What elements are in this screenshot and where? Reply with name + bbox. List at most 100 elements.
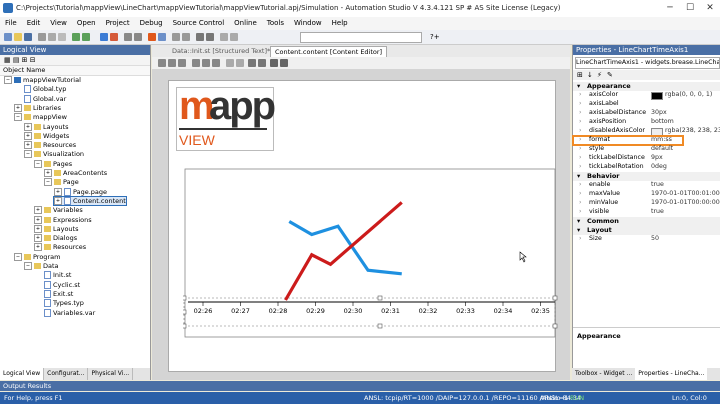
menu-open[interactable]: Open xyxy=(72,17,101,30)
chevron-right-icon[interactable]: › xyxy=(579,190,582,197)
chevron-right-icon[interactable]: › xyxy=(579,154,582,161)
tree-item[interactable]: + Widgets xyxy=(24,131,69,140)
property-row[interactable]: › style default xyxy=(573,145,720,154)
preview-icon[interactable] xyxy=(270,59,278,67)
tree-item[interactable]: + AreaContents xyxy=(44,169,107,177)
expand-icon[interactable]: + xyxy=(34,206,42,215)
tree-item[interactable]: Types.typ xyxy=(34,299,84,308)
tree-item[interactable]: Variables.var xyxy=(34,308,95,317)
menu-online[interactable]: Online xyxy=(229,17,262,30)
column-header[interactable]: Object Name xyxy=(0,66,150,76)
collapse-icon[interactable]: − xyxy=(44,178,52,187)
paste-icon[interactable] xyxy=(58,33,66,41)
resize-handle[interactable] xyxy=(377,323,383,329)
expand-icon[interactable]: + xyxy=(14,103,22,112)
collapse-icon[interactable]: − xyxy=(34,159,42,168)
property-row[interactable]: › format mm:ss xyxy=(572,135,684,146)
redo-icon[interactable] xyxy=(82,33,90,41)
object-selector[interactable]: LineChartTimeAxis1 - widgets.brease.Line… xyxy=(575,57,720,69)
menu-help[interactable]: Help xyxy=(327,17,353,30)
tree-item[interactable]: + Dialogs xyxy=(34,234,77,243)
property-row[interactable]: › enable true xyxy=(573,181,720,190)
property-row[interactable]: › axisLabelDistance 30px xyxy=(573,109,720,118)
tab-physical-view[interactable]: Physical Vi... xyxy=(88,368,134,380)
watch-icon[interactable] xyxy=(134,33,142,41)
tree-item[interactable]: − Visualization xyxy=(24,150,84,159)
property-value[interactable]: true xyxy=(651,181,664,188)
tree-item[interactable]: + Variables xyxy=(34,206,83,215)
tree-item[interactable]: − Page xyxy=(44,178,79,187)
property-category[interactable]: ▾ Layout xyxy=(573,226,720,235)
tab-logical-view[interactable]: Logical View xyxy=(0,368,45,380)
collapse-icon[interactable]: ▾ xyxy=(577,172,580,180)
tree-item[interactable]: − mappView xyxy=(14,113,67,122)
tree-item[interactable]: + Content.content xyxy=(53,195,127,206)
align-center-icon[interactable] xyxy=(168,59,176,67)
resize-handle[interactable] xyxy=(183,323,187,329)
minimize-button[interactable]: ─ xyxy=(662,2,678,14)
align-top-icon[interactable] xyxy=(192,59,200,67)
tab-init-st[interactable]: Data::Init.st [Structured Text]* xyxy=(168,46,275,57)
step-icon[interactable] xyxy=(206,33,214,41)
chevron-right-icon[interactable]: › xyxy=(579,145,582,152)
expand-icon[interactable]: + xyxy=(54,196,62,205)
property-category[interactable]: ▾ Appearance xyxy=(573,82,720,91)
color-swatch[interactable] xyxy=(651,128,663,136)
chevron-right-icon[interactable]: › xyxy=(579,208,582,215)
undo-icon[interactable] xyxy=(72,33,80,41)
new-icon[interactable] xyxy=(4,33,12,41)
tree-item[interactable]: + Layouts xyxy=(24,122,68,131)
resize-handle[interactable] xyxy=(552,295,558,301)
sort-alpha-icon[interactable]: ↓ xyxy=(587,71,593,79)
tree-item[interactable]: Cyclic.st xyxy=(34,280,80,289)
grid-icon[interactable] xyxy=(248,59,256,67)
expand-icon[interactable]: + xyxy=(34,243,42,252)
property-row[interactable]: › axisLabel xyxy=(573,100,720,109)
property-value[interactable]: 9px xyxy=(651,154,663,161)
find-icon[interactable] xyxy=(172,33,180,41)
property-row[interactable]: › axisColor rgba(0, 0, 0, 1) xyxy=(573,91,720,100)
tree-item[interactable]: Global.typ xyxy=(14,85,66,94)
tree-item[interactable]: + Layouts xyxy=(34,224,78,233)
chevron-right-icon[interactable]: › xyxy=(579,127,582,134)
collapse-icon[interactable]: ▾ xyxy=(577,226,580,234)
menu-tools[interactable]: Tools xyxy=(262,17,289,30)
color-swatch[interactable] xyxy=(651,92,663,100)
property-value[interactable]: mm:ss xyxy=(651,136,672,143)
property-row[interactable]: › tickLabelRotation 0deg xyxy=(573,163,720,172)
expand-icon[interactable]: + xyxy=(24,122,32,131)
breakpoint-icon[interactable] xyxy=(196,33,204,41)
tab-properties[interactable]: Properties - LineCha... xyxy=(635,368,708,380)
toolbar-strip-icon[interactable]: ▦ ▤ ⊞ ⊟ xyxy=(4,56,36,64)
menu-project[interactable]: Project xyxy=(101,17,135,30)
property-value[interactable]: default xyxy=(651,145,673,152)
menu-file[interactable]: File xyxy=(0,17,22,30)
save-icon[interactable] xyxy=(24,33,32,41)
tree-item[interactable]: + Page.page xyxy=(54,187,107,196)
wrench-icon[interactable]: ✎ xyxy=(607,71,613,79)
sort-category-icon[interactable]: ⊞ xyxy=(577,71,583,79)
online-icon[interactable] xyxy=(148,33,156,41)
resize-handle[interactable] xyxy=(183,309,187,315)
build-icon[interactable] xyxy=(100,33,108,41)
collapse-icon[interactable]: − xyxy=(4,76,12,84)
menu-view[interactable]: View xyxy=(45,17,72,30)
layout-icon[interactable] xyxy=(230,33,238,41)
menu-edit[interactable]: Edit xyxy=(22,17,46,30)
property-row[interactable]: › minValue 1970-01-01T00:00:00.00 xyxy=(573,199,720,208)
property-value[interactable]: rgba(0, 0, 0, 1) xyxy=(665,91,712,98)
tree-item[interactable]: Exit.st xyxy=(34,289,73,298)
chevron-right-icon[interactable]: › xyxy=(579,109,582,116)
expand-icon[interactable]: + xyxy=(24,131,32,140)
property-row[interactable]: › visible true xyxy=(573,208,720,217)
property-value[interactable]: 0deg xyxy=(651,163,667,170)
property-row[interactable]: › axisPosition bottom xyxy=(573,118,720,127)
align-right-icon[interactable] xyxy=(178,59,186,67)
collapse-icon[interactable]: ▾ xyxy=(577,82,580,90)
copy-icon[interactable] xyxy=(48,33,56,41)
tree-item[interactable]: + Expressions xyxy=(34,215,92,224)
property-category[interactable]: ▾ Behavior xyxy=(573,172,720,181)
resize-handle[interactable] xyxy=(377,295,383,301)
monitor-icon[interactable] xyxy=(124,33,132,41)
tree-item[interactable]: − Program xyxy=(14,252,60,261)
